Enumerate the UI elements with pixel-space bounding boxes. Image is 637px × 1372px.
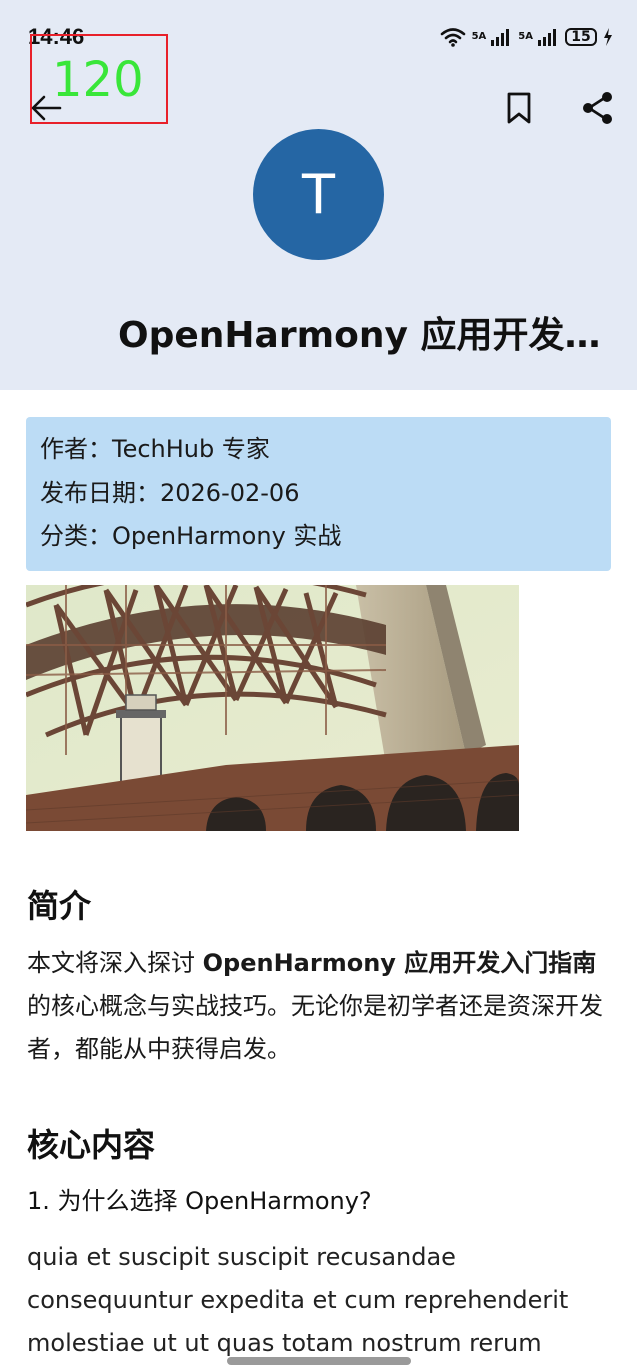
signal-icon — [491, 29, 510, 46]
home-indicator[interactable] — [227, 1357, 411, 1365]
meta-category: 分类：OpenHarmony 实战 — [40, 522, 342, 550]
core-body-text: quia et suscipit suscipit recusandae con… — [27, 1243, 569, 1357]
charging-icon — [604, 28, 612, 46]
debug-counter-value: 120 — [52, 52, 144, 108]
signal-icon — [538, 29, 556, 46]
wifi-icon — [440, 28, 465, 47]
bookmark-icon[interactable] — [503, 90, 535, 126]
core-heading: 核心内容 — [27, 1126, 156, 1164]
intro-heading: 简介 — [27, 887, 92, 925]
meta-date: 发布日期：2026-02-06 — [40, 479, 300, 507]
back-arrow-icon[interactable] — [30, 92, 64, 124]
meta-author: 作者：TechHub 专家 — [40, 435, 270, 463]
intro-paragraph: 本文将深入探讨 OpenHarmony 应用开发入门指南 的核心概念与实战技巧。… — [27, 942, 611, 1071]
network-type-label-1: 5A — [471, 31, 487, 42]
author-avatar: T — [253, 129, 384, 260]
network-type-label-2: 5A — [518, 31, 533, 42]
core-subheading: 1. 为什么选择 OpenHarmony? — [27, 1187, 372, 1215]
article-detail-page: 14:46 5A 5A 15 120 T OpenHarmony 应用开发入 作… — [0, 0, 637, 1372]
intro-text-before: 本文将深入探讨 — [27, 949, 203, 977]
avatar-letter: T — [302, 162, 335, 226]
article-title: OpenHarmony 应用开发入门指南 — [118, 315, 618, 356]
article-cover-image — [26, 585, 519, 831]
status-icons: 5A 5A 15 — [440, 24, 613, 50]
intro-text-bold: OpenHarmony 应用开发入门指南 — [202, 949, 597, 977]
intro-text-after: 的核心概念与实战技巧。无论你是初学者还是资深开发者，都能从中获得启发。 — [27, 992, 603, 1063]
share-icon[interactable] — [580, 90, 616, 126]
article-meta-card: 作者：TechHub 专家 发布日期：2026-02-06 分类：OpenHar… — [26, 417, 611, 571]
battery-icon: 15 — [565, 28, 597, 46]
